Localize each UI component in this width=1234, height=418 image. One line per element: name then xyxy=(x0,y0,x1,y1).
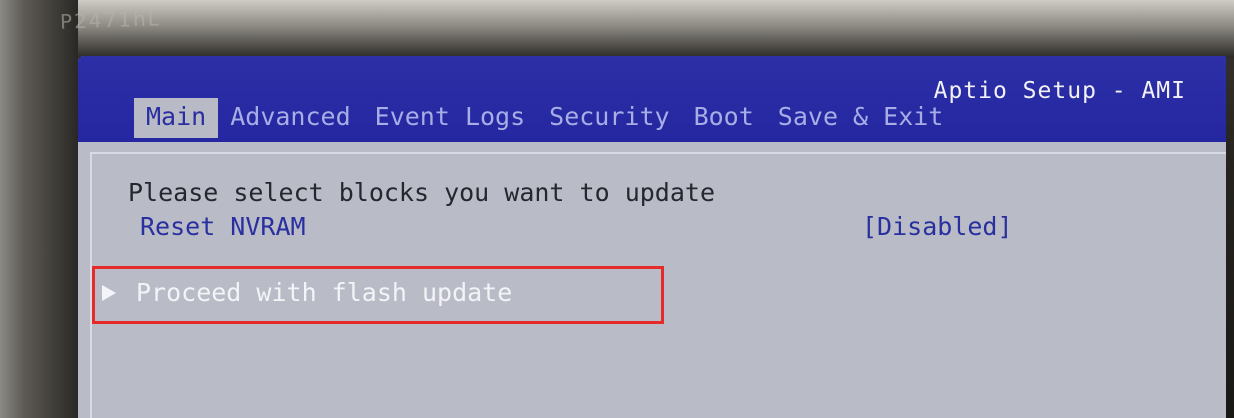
proceed-flash-update-label: Proceed with flash update xyxy=(136,278,513,307)
bezel-model-label: P2471hL xyxy=(59,6,162,34)
tab-bar: Main Advanced Event Logs Security Boot S… xyxy=(134,98,955,138)
help-text: Please select blocks you want to update xyxy=(128,178,715,207)
tab-boot[interactable]: Boot xyxy=(682,98,766,138)
tab-event-logs[interactable]: Event Logs xyxy=(363,98,538,138)
bios-brand-title: Aptio Setup - AMI xyxy=(933,78,1186,104)
bezel-top xyxy=(0,0,1234,58)
tab-save-exit[interactable]: Save & Exit xyxy=(766,98,956,138)
play-arrow-icon xyxy=(102,284,116,301)
reset-nvram-value[interactable]: [Disabled] xyxy=(862,212,1013,241)
header-bar: Aptio Setup - AMI Main Advanced Event Lo… xyxy=(78,56,1226,142)
reset-nvram-option[interactable]: Reset NVRAM xyxy=(140,212,306,241)
tab-main[interactable]: Main xyxy=(134,98,219,138)
bios-screen: Aptio Setup - AMI Main Advanced Event Lo… xyxy=(78,56,1226,418)
tab-advanced[interactable]: Advanced xyxy=(218,98,362,138)
tab-security[interactable]: Security xyxy=(537,98,681,138)
bezel-left xyxy=(0,0,78,418)
proceed-flash-update-item[interactable]: Proceed with flash update xyxy=(102,278,512,307)
